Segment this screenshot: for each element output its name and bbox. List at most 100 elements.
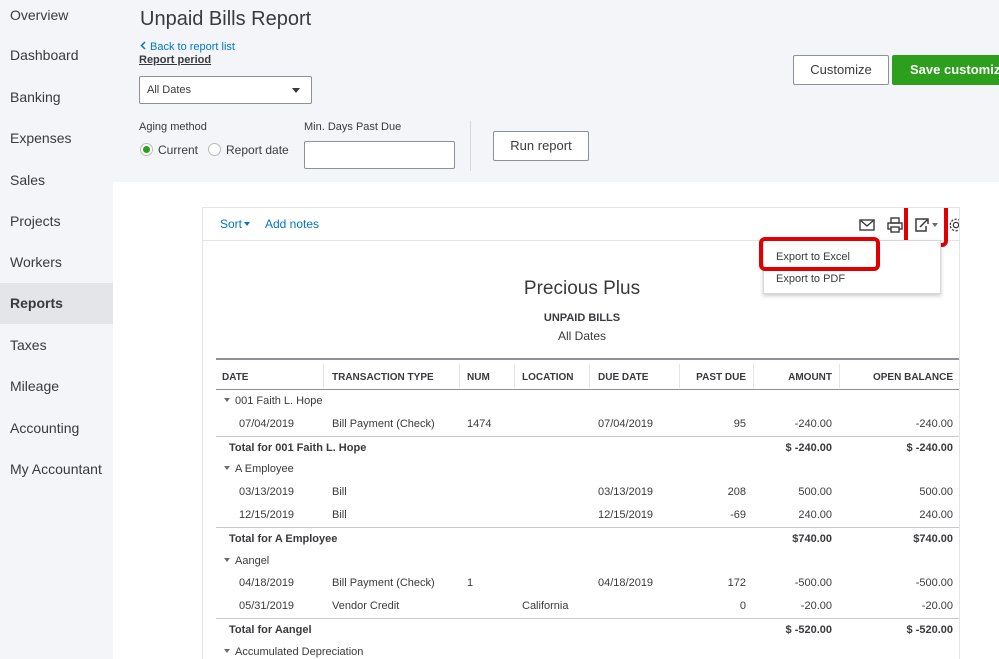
table-group-row[interactable]: 001 Faith L. Hope <box>216 390 959 413</box>
add-notes-link[interactable]: Add notes <box>265 217 319 231</box>
table-row[interactable]: 03/13/2019 Bill 03/13/2019 208 500.00 50… <box>216 481 959 504</box>
min-days-past-due-label: Min. Days Past Due <box>304 121 402 133</box>
cell-transaction-type[interactable]: Bill <box>332 509 347 521</box>
group-label: Accumulated Depreciation <box>235 645 364 658</box>
cell-transaction-type[interactable]: Vendor Credit <box>332 600 399 612</box>
table-row[interactable]: 07/04/2019 Bill Payment (Check) 1474 07/… <box>216 413 959 436</box>
cell-date: 04/18/2019 <box>239 577 295 590</box>
left-nav-sidebar: Overview Dashboard Banking Expenses Sale… <box>0 0 113 659</box>
cell-open-balance: -20.00 <box>921 600 953 613</box>
sidebar-item-accounting[interactable]: Accounting <box>0 408 113 449</box>
report-table: DATE TRANSACTION TYPE NUM LOCATION DUE D… <box>216 358 959 659</box>
report-header: Unpaid Bills Report Back to report list … <box>113 0 999 182</box>
settings-gear-icon[interactable] <box>948 216 959 234</box>
total-open-balance: $ -520.00 <box>906 623 953 636</box>
table-total-row: Total for A Employee $740.00 $740.00 <box>216 526 959 550</box>
sidebar-item-mileage[interactable]: Mileage <box>0 366 113 407</box>
run-report-button[interactable]: Run report <box>493 131 589 161</box>
aging-method-label: Aging method <box>139 121 207 133</box>
cell-location: California <box>522 600 569 613</box>
aging-option-label: Report date <box>226 143 289 157</box>
cell-past-due: -69 <box>730 508 746 521</box>
cell-due-date: 12/15/2019 <box>598 508 654 521</box>
total-label: Total for 001 Faith L. Hope <box>229 441 367 454</box>
export-to-pdf-menu-item[interactable]: Export to PDF <box>776 273 845 285</box>
cell-date: 12/15/2019 <box>239 508 295 521</box>
sort-dropdown[interactable]: Sort <box>220 217 251 231</box>
group-label: Aangel <box>235 554 270 567</box>
aging-radio-current[interactable]: Current <box>140 143 198 157</box>
total-amount: $740.00 <box>792 532 832 545</box>
sidebar-item-dashboard[interactable]: Dashboard <box>0 35 113 76</box>
column-header[interactable]: NUM <box>467 372 490 383</box>
cell-open-balance: -240.00 <box>915 417 953 430</box>
sidebar-item-reports[interactable]: Reports <box>0 283 113 324</box>
collapse-triangle-icon[interactable] <box>224 648 230 653</box>
column-header[interactable]: OPEN BALANCE <box>846 372 953 383</box>
cell-open-balance: 240.00 <box>919 508 953 521</box>
report-date-range: All Dates <box>557 329 607 343</box>
customize-button[interactable]: Customize <box>793 55 889 85</box>
table-group-row[interactable]: Aangel <box>216 550 959 573</box>
column-header[interactable]: DUE DATE <box>598 372 648 383</box>
column-header[interactable]: AMOUNT <box>761 372 832 383</box>
radio-selected-icon <box>140 143 153 156</box>
table-total-row: Total for 001 Faith L. Hope $ -240.00 $ … <box>216 435 959 459</box>
aging-option-label: Current <box>158 143 199 157</box>
table-row[interactable]: 04/18/2019 Bill Payment (Check) 1 04/18/… <box>216 572 959 595</box>
cell-amount: -500.00 <box>794 577 832 590</box>
column-divider <box>514 364 515 388</box>
export-to-excel-highlight <box>759 237 880 271</box>
report-period-value: All Dates <box>147 84 192 96</box>
column-header[interactable]: LOCATION <box>522 372 573 383</box>
sidebar-item-sales[interactable]: Sales <box>0 160 113 201</box>
cell-num: 1474 <box>467 417 492 430</box>
cell-amount: -240.00 <box>794 417 832 430</box>
sidebar-item-projects[interactable]: Projects <box>0 201 113 242</box>
total-label: Total for A Employee <box>229 532 338 545</box>
total-amount: $ -520.00 <box>785 623 832 636</box>
cell-transaction-type[interactable]: Bill Payment (Check) <box>332 418 435 430</box>
print-icon[interactable] <box>886 216 904 234</box>
column-header[interactable]: TRANSACTION TYPE <box>332 372 434 383</box>
sidebar-item-taxes[interactable]: Taxes <box>0 325 113 366</box>
save-customization-button[interactable]: Save customizat <box>892 55 999 85</box>
back-to-report-list-link[interactable]: Back to report list <box>140 41 235 53</box>
cell-transaction-type[interactable]: Bill <box>332 486 347 498</box>
collapse-triangle-icon[interactable] <box>224 557 230 562</box>
cell-past-due: 208 <box>727 486 746 499</box>
min-days-past-due-input[interactable] <box>304 141 455 169</box>
total-open-balance: $ -240.00 <box>906 441 953 454</box>
email-icon[interactable] <box>858 216 876 234</box>
sidebar-item-banking[interactable]: Banking <box>0 77 113 118</box>
cell-past-due: 172 <box>727 577 746 590</box>
column-header[interactable]: PAST DUE <box>686 372 746 383</box>
report-period-select[interactable]: All Dates <box>139 76 312 104</box>
column-header[interactable]: DATE <box>222 372 248 383</box>
sidebar-item-expenses[interactable]: Expenses <box>0 118 113 159</box>
table-total-row: Total for Aangel $ -520.00 $ -520.00 <box>216 617 959 641</box>
table-row[interactable]: 12/15/2019 Bill 12/15/2019 -69 240.00 24… <box>216 504 959 527</box>
cell-date: 05/31/2019 <box>239 600 295 613</box>
back-link-label: Back to report list <box>150 41 235 53</box>
cell-num: 1 <box>467 577 474 590</box>
sidebar-item-overview[interactable]: Overview <box>0 0 113 30</box>
column-divider <box>839 364 840 388</box>
sidebar-item-my-accountant[interactable]: My Accountant <box>0 449 113 490</box>
table-group-row[interactable]: Accumulated Depreciation <box>216 641 959 659</box>
collapse-triangle-icon[interactable] <box>224 466 230 471</box>
divider <box>470 121 471 171</box>
radio-unselected-icon <box>208 143 221 156</box>
table-row[interactable]: 05/31/2019 Vendor Credit California 0 -2… <box>216 595 959 618</box>
report-title: UNPAID BILLS <box>543 312 621 324</box>
cell-open-balance: 500.00 <box>919 486 953 499</box>
aging-radio-report-date[interactable]: Report date <box>208 143 289 157</box>
cell-due-date: 04/18/2019 <box>598 577 654 590</box>
table-group-row[interactable]: A Employee <box>216 458 959 481</box>
sidebar-item-workers[interactable]: Workers <box>0 242 113 283</box>
cell-amount: -20.00 <box>800 600 832 613</box>
cell-transaction-type[interactable]: Bill Payment (Check) <box>332 577 435 589</box>
cell-date: 07/04/2019 <box>239 417 295 430</box>
collapse-triangle-icon[interactable] <box>224 398 230 402</box>
page-title: Unpaid Bills Report <box>140 8 312 30</box>
